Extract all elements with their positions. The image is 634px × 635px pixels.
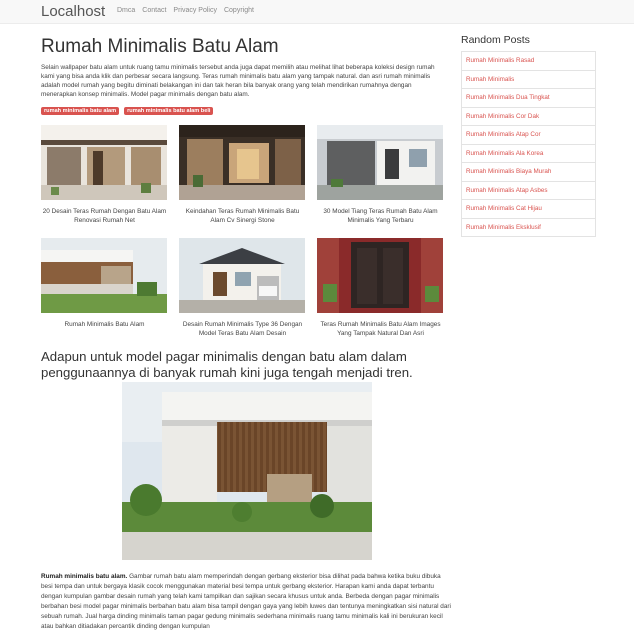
gallery-caption[interactable]: Keindahan Teras Rumah Minimalis Batu Ala… [179,207,306,225]
random-post-link[interactable]: Rumah Minimalis Eksklusif [462,219,595,237]
gallery-image[interactable] [317,238,443,313]
sidebar: Random Posts Rumah Minimalis Rasad Rumah… [461,34,596,237]
tag-badge[interactable]: rumah minimalis batu alam [41,107,120,115]
nav-link-dmca[interactable]: Dmca [117,7,135,14]
gallery-item[interactable]: 20 Desain Teras Rumah Dengan Batu Alam R… [41,125,168,225]
nav-link-contact[interactable]: Contact [142,7,166,14]
nav-link-privacy-policy[interactable]: Privacy Policy [173,7,217,14]
navbar: Localhost Dmca Contact Privacy Policy Co… [0,0,634,24]
gallery-item[interactable]: 30 Model Tiang Teras Rumah Batu Alam Min… [317,125,444,225]
gallery-caption[interactable]: Rumah Minimalis Batu Alam [41,320,168,329]
tag-badge[interactable]: rumah minimalis batu alam beli [124,107,214,115]
random-post-link[interactable]: Rumah Minimalis Biaya Murah [462,163,595,182]
body-text: Gambar rumah batu alam memperindah denga… [41,573,451,630]
gallery-item[interactable]: Teras Rumah Minimalis Batu Alam Images Y… [317,238,444,338]
random-post-link[interactable]: Rumah Minimalis Ala Korea [462,145,595,163]
article-intro: Selain wallpaper batu alam untuk ruang t… [41,64,435,98]
brand-link[interactable]: Localhost [41,3,105,20]
nav-links: Dmca Contact Privacy Policy Copyright [117,7,261,14]
gallery-caption[interactable]: Desain Rumah Minimalis Type 36 Dengan Mo… [179,320,306,338]
tag-list: rumah minimalis batu alam rumah minimali… [41,107,218,115]
sidebar-title: Random Posts [461,34,530,46]
random-post-link[interactable]: Rumah Minimalis Cor Dak [462,108,595,126]
body-bold: Rumah minimalis batu alam. [41,573,128,580]
hero-image [122,382,372,560]
gallery-caption[interactable]: Teras Rumah Minimalis Batu Alam Images Y… [317,320,444,338]
gallery-item[interactable]: Keindahan Teras Rumah Minimalis Batu Ala… [179,125,306,225]
gallery-image[interactable] [179,125,305,200]
article-body: Rumah minimalis batu alam. Gambar rumah … [41,572,451,632]
random-post-link[interactable]: Rumah Minimalis [462,71,595,89]
random-post-link[interactable]: Rumah Minimalis Atap Asbes [462,182,595,200]
gallery-item[interactable]: Rumah Minimalis Batu Alam [41,238,168,329]
random-post-link[interactable]: Rumah Minimalis Rasad [462,52,595,71]
random-posts-list: Rumah Minimalis Rasad Rumah Minimalis Ru… [461,51,596,237]
gallery-image[interactable] [317,125,443,200]
random-post-link[interactable]: Rumah Minimalis Atap Cor [462,126,595,145]
gallery-item[interactable]: Desain Rumah Minimalis Type 36 Dengan Mo… [179,238,306,338]
gallery-image[interactable] [41,238,167,313]
random-post-link[interactable]: Rumah Minimalis Dua Tingkat [462,89,595,108]
section-heading: Adapun untuk model pagar minimalis denga… [41,349,413,380]
gallery-image[interactable] [41,125,167,200]
random-post-link[interactable]: Rumah Minimalis Cat Hijau [462,200,595,219]
gallery-caption[interactable]: 20 Desain Teras Rumah Dengan Batu Alam R… [41,207,168,225]
gallery-caption[interactable]: 30 Model Tiang Teras Rumah Batu Alam Min… [317,207,444,225]
nav-link-copyright[interactable]: Copyright [224,7,254,14]
gallery-image[interactable] [179,238,305,313]
page-title: Rumah Minimalis Batu Alam [41,36,279,57]
